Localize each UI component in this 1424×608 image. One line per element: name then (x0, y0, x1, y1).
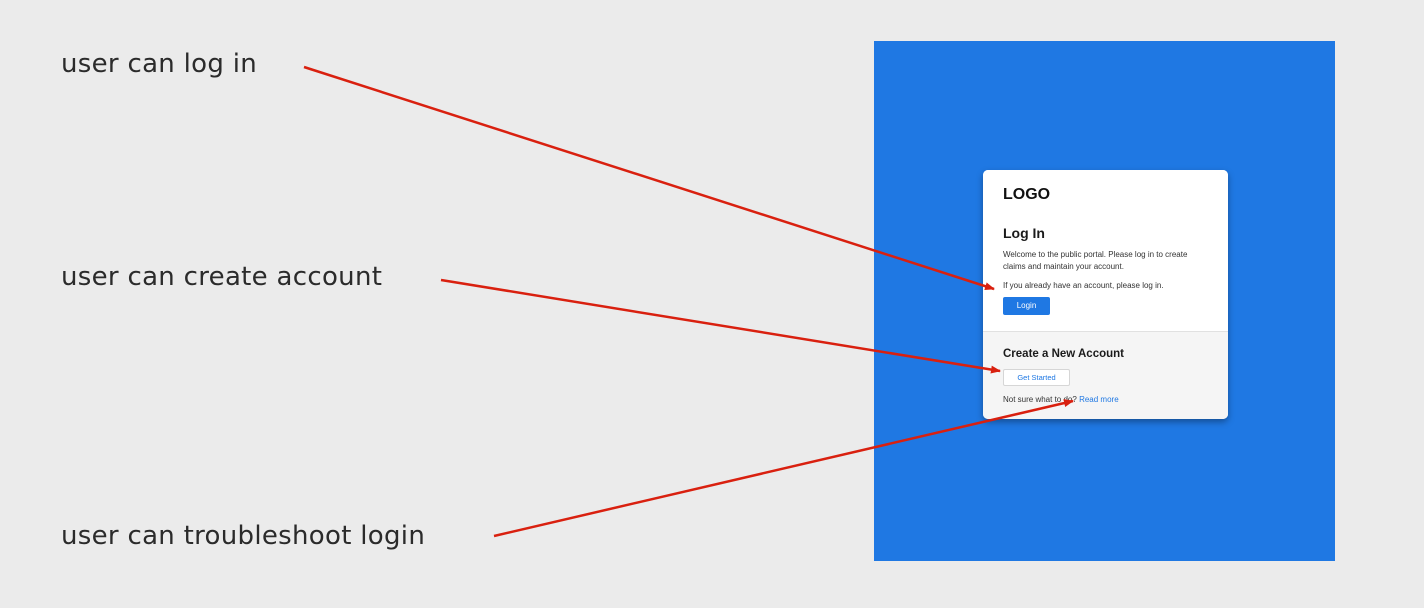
read-more-link[interactable]: Read more (1079, 395, 1119, 404)
login-button[interactable]: Login (1003, 297, 1050, 315)
login-section: LOGO Log In Welcome to the public portal… (983, 170, 1228, 332)
annotation-user-can-create-account: user can create account (61, 262, 383, 292)
annotation-user-can-log-in: user can log in (61, 49, 258, 79)
annotation-user-can-troubleshoot-login: user can troubleshoot login (61, 521, 426, 551)
login-card: LOGO Log In Welcome to the public portal… (983, 170, 1228, 419)
login-heading: Log In (1003, 225, 1045, 241)
help-line: Not sure what to do? Read more (1003, 395, 1119, 404)
welcome-text: Welcome to the public portal. Please log… (1003, 250, 1188, 271)
logo: LOGO (1003, 186, 1051, 203)
create-account-section: Create a New Account Get Started Not sur… (983, 332, 1228, 419)
not-sure-text: Not sure what to do? (1003, 395, 1077, 404)
create-account-heading: Create a New Account (1003, 348, 1124, 360)
get-started-button[interactable]: Get Started (1003, 369, 1070, 386)
already-have-account-text: If you already have an account, please l… (1003, 281, 1164, 290)
